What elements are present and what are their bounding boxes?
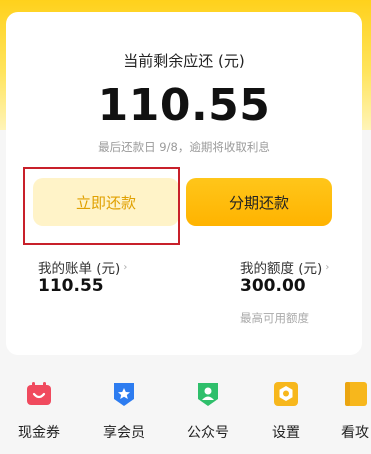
official-account-icon (194, 380, 222, 408)
my-limit-label: 我的额度 (元) (240, 261, 323, 277)
member-badge-icon (110, 380, 138, 408)
quicknav-label: 设置 (272, 425, 300, 441)
max-available-limit-note: 最高可用额度 (240, 311, 309, 325)
remaining-amount: 110.55 (97, 80, 271, 131)
quick-nav-bar: 现金券 享会员 公众号 设置 看攻 (0, 380, 371, 454)
due-date-note: 最后还款日 9/8，逾期将收取利息 (98, 140, 270, 154)
quicknav-item-guide[interactable]: 看攻 (320, 380, 371, 442)
repayment-card: 当前剩余应还 (元) 110.55 最后还款日 9/8，逾期将收取利息 立即还款… (6, 12, 362, 355)
remaining-amount-title: 当前剩余应还 (元) (123, 52, 245, 70)
quicknav-item-settings[interactable]: 设置 (251, 380, 321, 442)
my-bill-value: 110.55 (38, 276, 104, 296)
my-bill-label: 我的账单 (元) (38, 261, 121, 277)
my-limit-link[interactable]: 我的额度 (元) › (240, 257, 329, 277)
chevron-right-icon: › (123, 261, 128, 273)
quicknav-item-coupon[interactable]: 现金券 (4, 380, 74, 442)
settings-icon (272, 380, 300, 408)
quicknav-label: 公众号 (187, 425, 229, 441)
quicknav-label: 现金券 (18, 425, 60, 441)
coupon-icon (25, 380, 53, 408)
my-bill-link[interactable]: 我的账单 (元) › (38, 257, 127, 277)
quicknav-label: 看攻 (341, 425, 369, 441)
quicknav-item-official-account[interactable]: 公众号 (173, 380, 243, 442)
chevron-right-icon: › (325, 261, 330, 273)
my-limit-value: 300.00 (240, 276, 306, 296)
highlight-annotation-box (23, 167, 180, 245)
guide-icon (341, 380, 369, 408)
installment-repay-button[interactable]: 分期还款 (186, 178, 332, 226)
quicknav-item-member[interactable]: 享会员 (89, 380, 159, 442)
quicknav-label: 享会员 (103, 425, 145, 441)
